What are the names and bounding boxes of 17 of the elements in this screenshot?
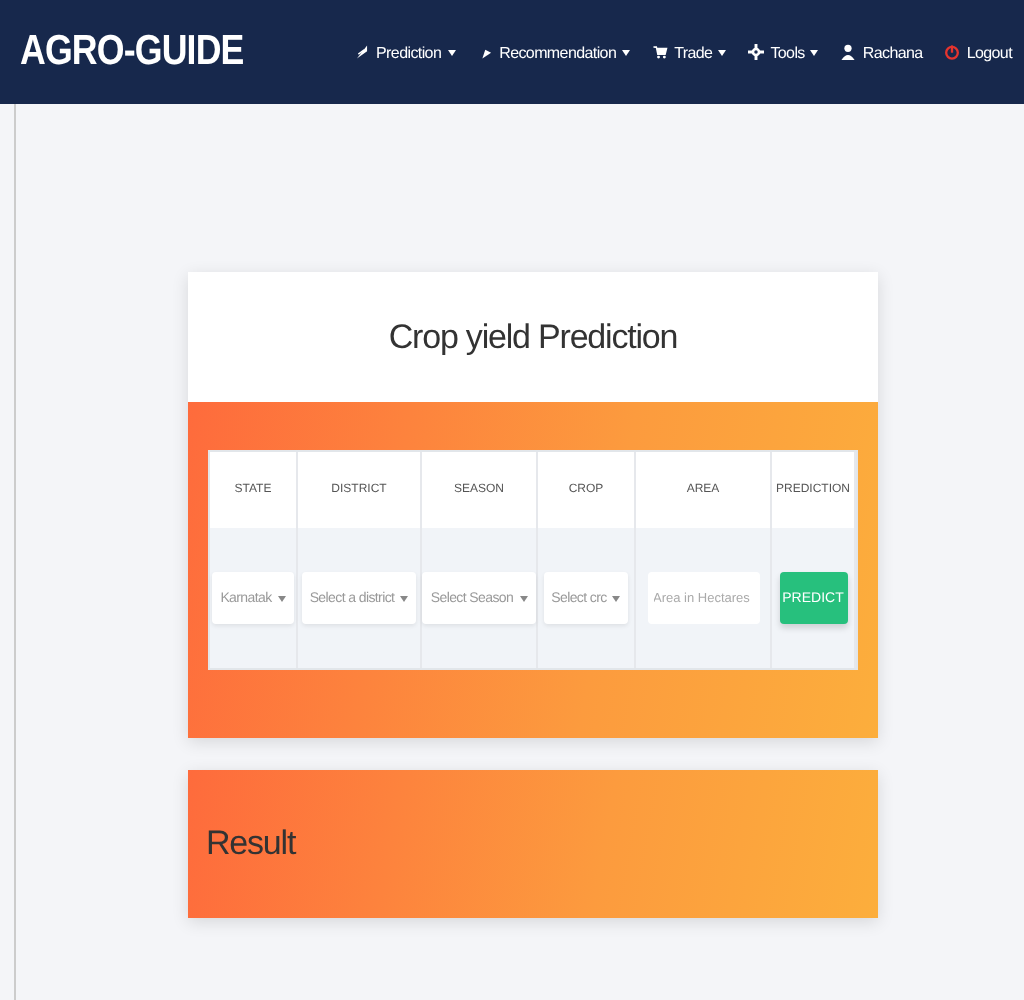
brand-logo[interactable]: AGRO-GUIDE	[20, 28, 244, 76]
caret-icon	[612, 595, 621, 601]
cart-icon	[652, 44, 669, 60]
user-icon	[840, 44, 857, 60]
nav-link[interactable]: Tools	[748, 43, 819, 61]
nav-link[interactable]: Rachana	[840, 43, 923, 61]
power-icon	[944, 44, 961, 60]
caret-icon	[277, 595, 286, 601]
gear-icon	[748, 44, 765, 60]
caret-icon	[519, 595, 528, 601]
caret-icon	[400, 595, 409, 601]
nav-link[interactable]: Recommendation	[477, 43, 631, 61]
nav-link[interactable]: Logout	[944, 43, 1012, 61]
result-title: Result	[206, 824, 296, 864]
nav-link[interactable]: Trade	[652, 43, 727, 61]
nav-link[interactable]: Prediction	[354, 43, 456, 61]
card-title: Crop yield Prediction	[388, 317, 678, 357]
